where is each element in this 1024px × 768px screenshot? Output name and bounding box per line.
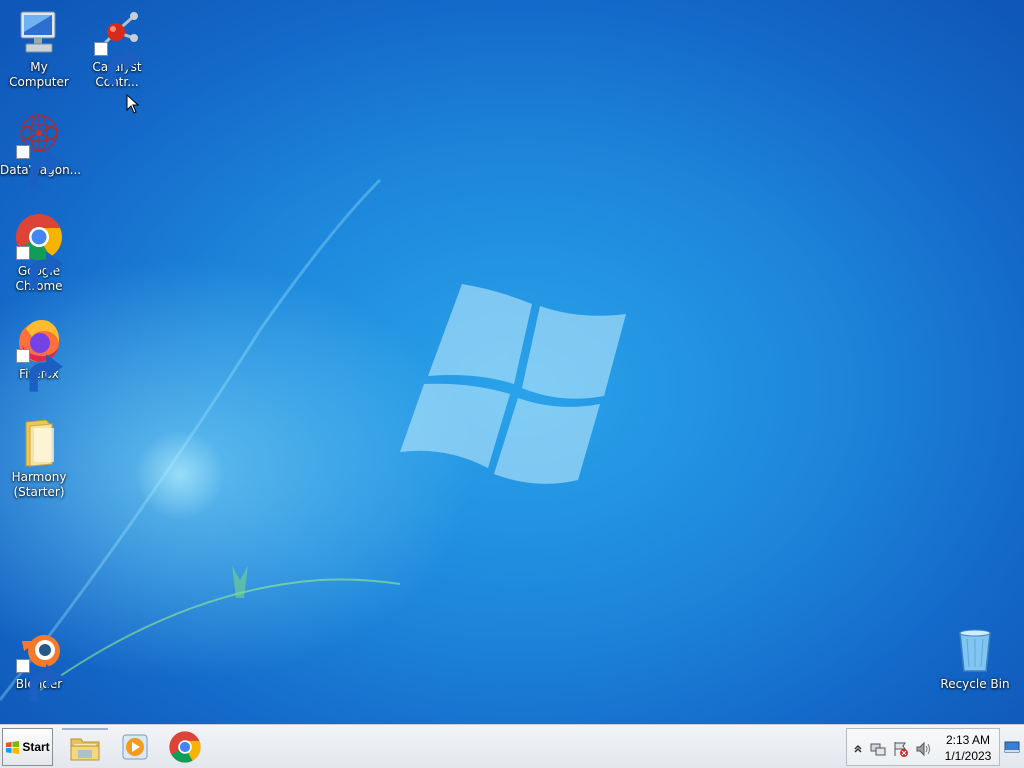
desktop-icon-label: Harmony (Starter) — [11, 470, 67, 499]
show-desktop-button[interactable] — [1002, 728, 1022, 766]
start-label: Start — [22, 740, 50, 754]
show-desktop-icon — [1004, 741, 1020, 753]
desktop-icon-google-chrome[interactable]: Google Chrome — [0, 212, 78, 294]
desktop-icon-recycle-bin[interactable]: Recycle Bin — [936, 625, 1014, 692]
datawagon-icon — [14, 111, 64, 188]
windows-flag-icon — [6, 740, 20, 754]
desktop-icon-datawagon[interactable]: DataWagon... — [0, 111, 81, 188]
system-tray: 2:13 AM 1/1/2023 — [846, 728, 1000, 766]
taskbar: Start 2:13 AM 1/1/2023 — [0, 724, 1024, 768]
desktop-icon-harmony-starter[interactable]: Harmony (Starter) — [0, 418, 78, 500]
taskbar-media-player-button[interactable] — [112, 728, 158, 766]
desktop-icon-firefox[interactable]: Firefox — [0, 315, 78, 392]
taskbar-file-explorer-button[interactable] — [62, 728, 108, 766]
clock-time: 2:13 AM — [945, 733, 991, 747]
shortcut-arrow-icon — [16, 659, 63, 702]
recycle-bin-icon — [950, 625, 1000, 675]
folder-icon — [14, 418, 64, 468]
volume-icon[interactable] — [915, 740, 933, 758]
clock-date: 1/1/2023 — [944, 749, 992, 763]
desktop-icon-blender[interactable]: Blender — [0, 625, 78, 702]
show-hidden-icon[interactable] — [849, 740, 867, 758]
action-center-icon[interactable] — [892, 740, 910, 758]
shortcut-arrow-icon — [94, 42, 141, 85]
shortcut-arrow-icon — [16, 246, 63, 289]
wallpaper — [0, 178, 626, 701]
taskbar-chrome-button[interactable] — [162, 728, 208, 766]
shortcut-arrow-icon — [16, 349, 63, 392]
blender-icon — [14, 625, 64, 702]
mouse-cursor-icon — [126, 94, 140, 114]
network-icon[interactable] — [869, 740, 887, 758]
computer-icon — [14, 8, 64, 58]
desktop-icon-my-computer[interactable]: My Computer — [0, 8, 78, 90]
taskbar-clock[interactable]: 2:13 AM 1/1/2023 — [939, 732, 997, 764]
folder-icon — [70, 738, 100, 761]
chrome-icon — [14, 212, 64, 289]
desktop-icon-label: My Computer — [9, 60, 69, 89]
catalyst-icon — [92, 8, 142, 85]
start-button[interactable]: Start — [2, 728, 53, 766]
firefox-icon — [14, 315, 64, 392]
desktop-icon-label: Recycle Bin — [940, 677, 1010, 691]
desktop-icon-catalyst-control[interactable]: Catalyst Contr... — [78, 8, 156, 90]
media-player-icon — [122, 734, 148, 760]
chrome-icon — [169, 731, 201, 763]
shortcut-arrow-icon — [16, 145, 63, 188]
